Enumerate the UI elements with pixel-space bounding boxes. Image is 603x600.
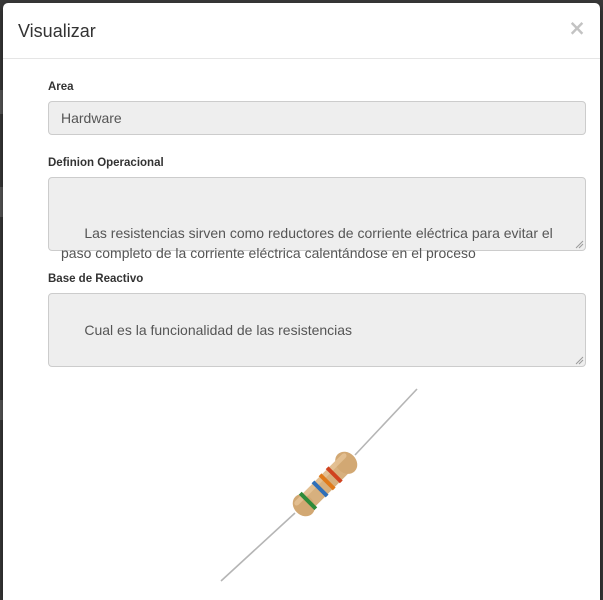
definition-textarea[interactable]: Las resistencias sirven como reductores … (48, 177, 586, 261)
modal-header: Visualizar × (3, 3, 600, 59)
visualizar-modal: Visualizar × Area Hardware Definion Oper… (3, 3, 600, 600)
area-value: Hardware (61, 110, 122, 126)
area-form-group: Area Hardware (48, 80, 586, 135)
definition-label: Definion Operacional (48, 157, 164, 169)
close-icon[interactable]: × (568, 17, 586, 39)
base-textarea[interactable]: Cual es la funcionalidad de las resisten… (48, 293, 586, 367)
base-label: Base de Reactivo (48, 273, 144, 285)
modal-title: Visualizar (18, 21, 96, 41)
area-label: Area (48, 81, 74, 93)
resistor-body (292, 451, 358, 517)
area-field[interactable]: Hardware (48, 101, 586, 135)
resize-grip-icon[interactable] (575, 240, 584, 249)
resize-grip-icon[interactable] (575, 356, 584, 365)
definition-value: Las resistencias sirven como reductores … (61, 225, 557, 261)
resistor-illustration (220, 388, 418, 582)
resistor-image (217, 383, 423, 585)
resistor-lead-bottom (220, 512, 296, 582)
resistor-lead-top (354, 388, 418, 456)
base-value: Cual es la funcionalidad de las resisten… (84, 322, 353, 338)
base-form-group: Base de Reactivo Cual es la funcionalida… (48, 272, 586, 367)
definition-form-group: Definion Operacional Las resistencias si… (48, 156, 586, 261)
